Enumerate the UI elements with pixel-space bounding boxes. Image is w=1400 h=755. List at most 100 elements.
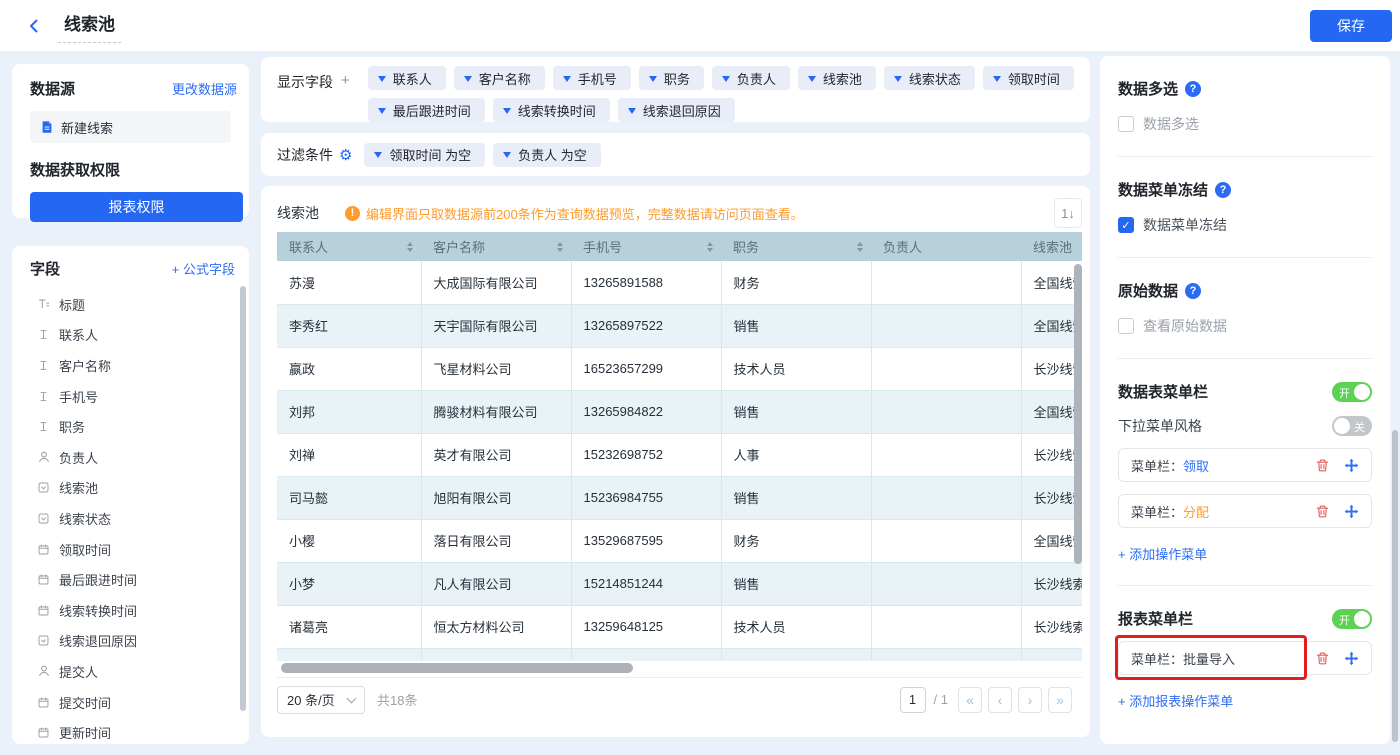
drag-move-icon[interactable]: [1343, 650, 1359, 666]
menu-item-assign[interactable]: 菜单栏：分配: [1118, 494, 1372, 528]
menu-item-batch-import[interactable]: 菜单栏：批量导入: [1118, 641, 1372, 675]
table-row[interactable]: 小樱落日有限公司13529687595财务全国线索池: [277, 519, 1082, 562]
sort-icon[interactable]: [857, 239, 863, 255]
page-size-select[interactable]: 20 条/页: [277, 686, 365, 714]
field-item-submitter[interactable]: 提交人: [30, 656, 249, 687]
gear-icon[interactable]: ⚙: [339, 146, 352, 164]
filter-chip[interactable]: 负责人 为空: [493, 143, 601, 167]
field-item-claim-time[interactable]: 领取时间: [30, 534, 249, 565]
last-page-button[interactable]: »: [1048, 687, 1072, 713]
field-item-customer[interactable]: 客户名称: [30, 350, 249, 381]
field-label: 线索池: [59, 478, 98, 497]
field-item-return-reason[interactable]: 线索退回原因: [30, 626, 249, 657]
field-item-convert-time[interactable]: 线索转换时间: [30, 595, 249, 626]
table-row[interactable]: 嬴政飞星材料公司16523657299技术人员长沙线索池: [277, 347, 1082, 390]
chevron-down-icon: [563, 76, 571, 86]
chevron-down-icon: [374, 152, 382, 162]
column-header-pool[interactable]: 线索池: [1021, 232, 1082, 261]
field-item-update-time[interactable]: 更新时间: [30, 717, 249, 744]
dropdown-style-toggle[interactable]: 关: [1332, 416, 1372, 436]
field-item-owner[interactable]: 负责人: [30, 442, 249, 473]
menu-freeze-checkbox[interactable]: ✓: [1118, 217, 1134, 233]
table-horizontal-scrollbar[interactable]: [281, 663, 633, 673]
current-page-input[interactable]: 1: [900, 687, 926, 713]
save-button[interactable]: 保存: [1310, 10, 1392, 42]
table-row-partial[interactable]: [277, 648, 1082, 661]
chevron-down-icon: [378, 108, 386, 118]
table-row[interactable]: 李秀红天宇国际有限公司13265897522销售全国线索池: [277, 304, 1082, 347]
sort-order-button[interactable]: 1↓: [1054, 198, 1082, 228]
datasource-item[interactable]: 新建线索: [30, 111, 231, 143]
table-vertical-scrollbar[interactable]: [1074, 264, 1082, 564]
change-datasource-link[interactable]: 更改数据源: [172, 79, 237, 98]
menu-item-claim[interactable]: 菜单栏：领取: [1118, 448, 1372, 482]
report-menubar-toggle[interactable]: 开: [1332, 609, 1372, 629]
add-report-action-menu-link[interactable]: + 添加报表操作菜单: [1118, 691, 1372, 710]
data-permission-title: 数据获取权限: [30, 159, 237, 180]
delete-icon[interactable]: [1314, 650, 1330, 666]
drag-move-icon[interactable]: [1343, 457, 1359, 473]
field-item-job[interactable]: 职务: [30, 411, 249, 442]
back-icon[interactable]: [24, 16, 44, 36]
display-chip[interactable]: 线索退回原因: [618, 98, 735, 122]
multi-select-checkbox[interactable]: [1118, 116, 1134, 132]
table-row[interactable]: 诸葛亮恒太方材料公司13259648125技术人员长沙线索池: [277, 605, 1082, 648]
table-menubar-toggle[interactable]: 开: [1332, 382, 1372, 402]
field-item-last-follow[interactable]: 最后跟进时间: [30, 564, 249, 595]
display-chip[interactable]: 负责人: [712, 66, 790, 90]
table-row[interactable]: 小梦凡人有限公司15214851244销售长沙线索池: [277, 562, 1082, 605]
column-header-phone[interactable]: 手机号: [571, 232, 721, 261]
display-chip[interactable]: 领取时间: [983, 66, 1074, 90]
chevron-down-icon: [649, 76, 657, 86]
next-page-button[interactable]: ›: [1018, 687, 1042, 713]
page-size-value: 20 条/页: [287, 690, 335, 709]
pagination-bar: 20 条/页 共18条 1 / 1 « ‹ › »: [277, 677, 1082, 721]
field-list: 标题 联系人 客户名称 手机号 职务 负责人 线索池 线索状态 领取时间 最后跟…: [30, 289, 249, 744]
first-page-button[interactable]: «: [958, 687, 982, 713]
display-chip[interactable]: 职务: [639, 66, 704, 90]
display-chip[interactable]: 手机号: [553, 66, 631, 90]
help-icon[interactable]: ?: [1185, 81, 1201, 97]
field-item-status[interactable]: 线索状态: [30, 503, 249, 534]
help-icon[interactable]: ?: [1185, 283, 1201, 299]
column-header-job[interactable]: 职务: [721, 232, 871, 261]
column-header-contact[interactable]: 联系人: [277, 232, 421, 261]
add-action-menu-link[interactable]: + 添加操作菜单: [1118, 544, 1372, 563]
display-chip[interactable]: 线索转换时间: [493, 98, 610, 122]
add-display-field-icon[interactable]: +: [341, 72, 350, 122]
sort-icon[interactable]: [407, 239, 413, 255]
field-item-pool[interactable]: 线索池: [30, 473, 249, 504]
display-chip[interactable]: 线索状态: [884, 66, 975, 90]
display-chip[interactable]: 最后跟进时间: [368, 98, 485, 122]
filter-chip[interactable]: 领取时间 为空: [364, 143, 485, 167]
datasource-title: 数据源: [30, 78, 75, 99]
table-row[interactable]: 刘邦腾骏材料有限公司13265984822销售全国线索池: [277, 390, 1082, 433]
column-header-owner[interactable]: 负责人: [871, 232, 1021, 261]
field-item-phone[interactable]: 手机号: [30, 381, 249, 412]
prev-page-button[interactable]: ‹: [988, 687, 1012, 713]
field-item-contact[interactable]: 联系人: [30, 320, 249, 351]
drag-move-icon[interactable]: [1343, 503, 1359, 519]
menu-freeze-title: 数据菜单冻结: [1118, 179, 1208, 200]
field-item-submit-time[interactable]: 提交时间: [30, 687, 249, 718]
fields-scrollbar[interactable]: [240, 286, 246, 711]
sort-icon[interactable]: [707, 239, 713, 255]
raw-data-checkbox[interactable]: [1118, 318, 1134, 334]
table-row[interactable]: 刘禅英才有限公司15232698752人事长沙线索池: [277, 433, 1082, 476]
display-chip[interactable]: 线索池: [798, 66, 876, 90]
delete-icon[interactable]: [1314, 503, 1330, 519]
chip-label: 客户名称: [479, 69, 531, 88]
column-header-customer[interactable]: 客户名称: [421, 232, 571, 261]
help-icon[interactable]: ?: [1215, 182, 1231, 198]
menu-freeze-checkbox-label: 数据菜单冻结: [1143, 215, 1227, 235]
field-item-title[interactable]: 标题: [30, 289, 249, 320]
formula-field-link[interactable]: + 公式字段: [172, 259, 235, 278]
delete-icon[interactable]: [1314, 457, 1330, 473]
right-panel-scrollbar[interactable]: [1392, 430, 1398, 742]
table-row[interactable]: 司马懿旭阳有限公司15236984755销售长沙线索池: [277, 476, 1082, 519]
report-permission-button[interactable]: 报表权限: [30, 192, 243, 222]
display-chip[interactable]: 联系人: [368, 66, 446, 90]
sort-icon[interactable]: [557, 239, 563, 255]
table-row[interactable]: 苏漫大成国际有限公司13265891588财务全国线索池: [277, 261, 1082, 304]
display-chip[interactable]: 客户名称: [454, 66, 545, 90]
